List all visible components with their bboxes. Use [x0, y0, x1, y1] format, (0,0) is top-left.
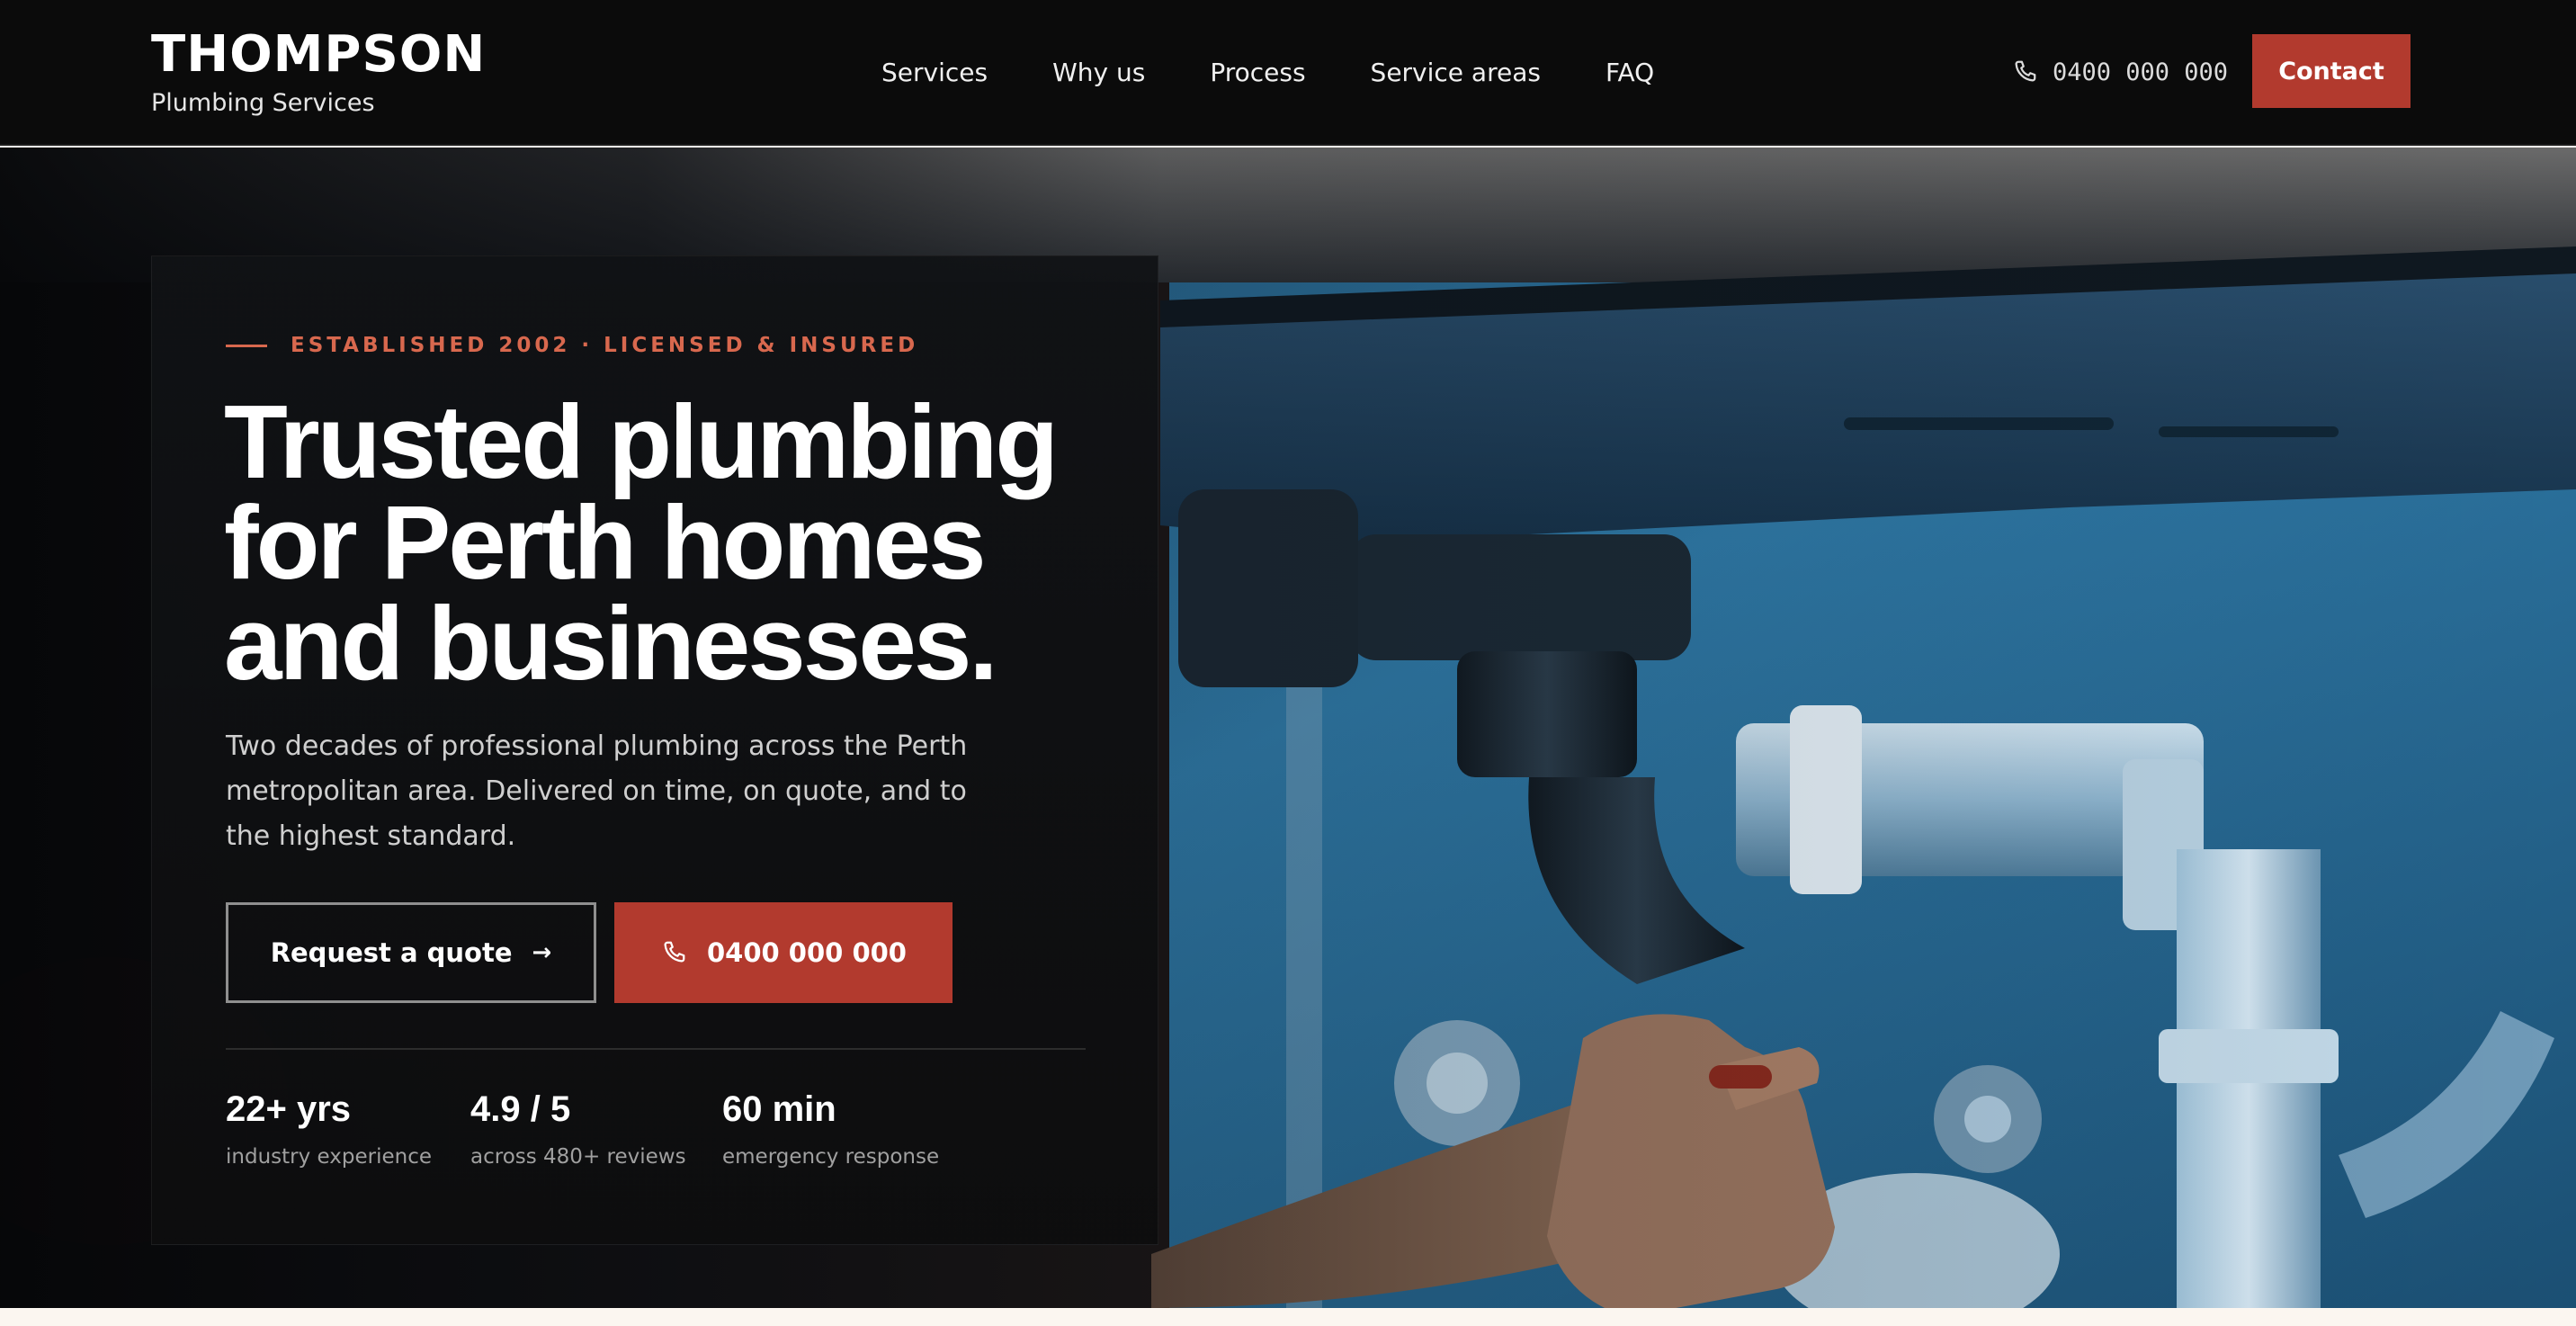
- stat-label: across 480+ reviews: [470, 1145, 686, 1169]
- eyebrow-rule: [226, 344, 267, 347]
- hero-card: ESTABLISHED 2002 · LICENSED & INSURED Tr…: [151, 255, 1158, 1245]
- stat-label: emergency response: [722, 1145, 940, 1169]
- header-phone-number: 0400 000 000: [2053, 58, 2229, 86]
- stat-experience: 22+ yrs industry experience: [226, 1088, 432, 1172]
- nav-services[interactable]: Services: [881, 58, 988, 87]
- eyebrow-text: ESTABLISHED 2002 · LICENSED & INSURED: [291, 334, 919, 357]
- next-section-edge: [0, 1308, 2576, 1326]
- nav-process[interactable]: Process: [1210, 58, 1305, 87]
- stat-label: industry experience: [226, 1145, 433, 1169]
- call-phone-button[interactable]: 0400 000 000: [614, 902, 953, 1003]
- phone-icon: [664, 941, 685, 963]
- call-phone-label: 0400 000 000: [707, 937, 907, 968]
- headline-line-3: and businesses.: [224, 585, 998, 702]
- stat-value: 4.9 / 5: [470, 1089, 571, 1129]
- hero-eyebrow: ESTABLISHED 2002 · LICENSED & INSURED: [226, 334, 918, 357]
- brand-subtitle: Plumbing Services: [151, 89, 375, 117]
- nav-faq[interactable]: FAQ: [1606, 58, 1654, 87]
- headline-line-1: Trusted plumbing: [224, 383, 1059, 500]
- brand-name: THOMPSON: [151, 25, 487, 84]
- site-header: THOMPSON Plumbing Services Services Why …: [0, 0, 2576, 146]
- stat-rating: 4.9 / 5 across 480+ reviews: [470, 1088, 686, 1172]
- nav-why-us[interactable]: Why us: [1052, 58, 1145, 87]
- stats-divider: [226, 1048, 1086, 1050]
- stat-value: 22+ yrs: [226, 1089, 352, 1129]
- arrow-right-icon: →: [532, 939, 552, 966]
- hero-headline: Trusted plumbing for Perth homes and bus…: [224, 383, 1141, 702]
- hero-section: ESTABLISHED 2002 · LICENSED & INSURED Tr…: [0, 148, 2576, 1308]
- phone-icon: [2015, 60, 2036, 82]
- main-nav: Services Why us Process Service areas FA…: [881, 50, 1719, 94]
- header-phone-link[interactable]: 0400 000 000: [2011, 50, 2228, 94]
- request-quote-button[interactable]: Request a quote →: [226, 902, 596, 1003]
- contact-button[interactable]: Contact: [2252, 34, 2411, 108]
- brand-logo[interactable]: THOMPSON Plumbing Services: [151, 27, 486, 121]
- hero-lede: Two decades of professional plumbing acr…: [226, 730, 968, 852]
- headline-line-2: for Perth homes: [224, 484, 986, 601]
- stat-value: 60 min: [722, 1089, 836, 1129]
- request-quote-label: Request a quote: [270, 937, 513, 968]
- stat-response: 60 min emergency response: [722, 1088, 939, 1172]
- nav-service-areas[interactable]: Service areas: [1371, 58, 1541, 87]
